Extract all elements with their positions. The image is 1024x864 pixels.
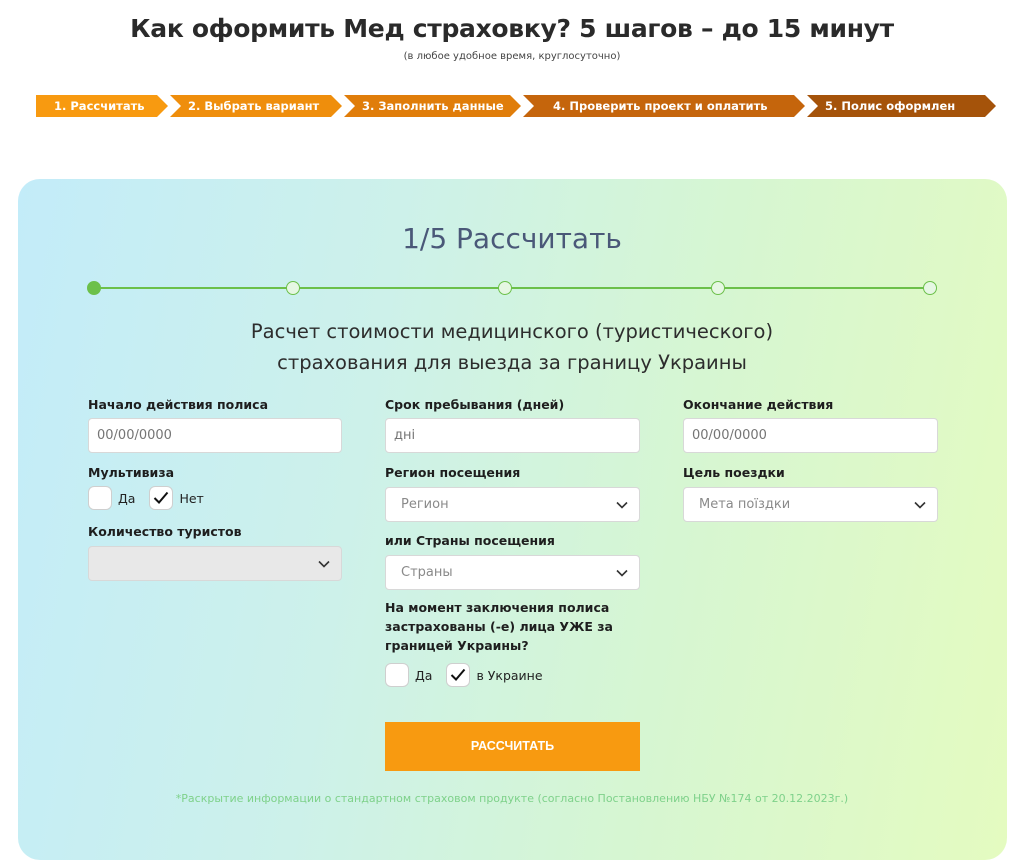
countries-select[interactable]: Страны (385, 555, 640, 590)
region-label: Регион посещения (385, 465, 521, 480)
stay-days-label: Срок пребывания (дней) (385, 397, 565, 412)
trip-purpose-label: Цель поездки (683, 465, 785, 480)
progress-dot-1 (87, 281, 101, 295)
start-date-input[interactable] (88, 418, 342, 453)
region-value: Регион (401, 497, 449, 512)
step-4-check-and-pay[interactable]: 4. Проверить проект и оплатить (523, 95, 805, 117)
chevron-down-icon (616, 501, 628, 509)
step-label: 4. Проверить проект и оплатить (553, 99, 768, 113)
abroad-question-line1: На момент заключения полиса (385, 600, 610, 615)
start-date-label: Начало действия полиса (88, 397, 269, 412)
progress-dot-3 (498, 281, 512, 295)
step-label: 3. Заполнить данные (362, 99, 504, 113)
tourists-count-select[interactable] (88, 546, 342, 581)
countries-label: или Страны посещения (385, 533, 555, 548)
section-title: Расчет стоимости медицинского (туристиче… (0, 316, 1024, 378)
trip-purpose-select[interactable]: Мета поїздки (683, 487, 938, 522)
multivisa-no-label: Нет (179, 490, 204, 506)
step-1-calculate[interactable]: 1. Рассчитать (36, 95, 168, 117)
step-3-fill-data[interactable]: 3. Заполнить данные (344, 95, 521, 117)
region-select[interactable]: Регион (385, 487, 640, 522)
multivisa-no-checkbox[interactable] (149, 486, 174, 510)
progress-dot-2 (286, 281, 300, 295)
chevron-down-icon (616, 569, 628, 577)
page-subtitle: (в любое удобное время, круглосуточно) (403, 51, 621, 62)
step-label: 5. Полис оформлен (825, 99, 956, 113)
abroad-no-checkbox[interactable] (446, 663, 471, 687)
end-date-label: Окончание действия (683, 397, 834, 412)
calculate-button[interactable]: РАССЧИТАТЬ (385, 722, 640, 771)
checkmark-icon (451, 668, 466, 681)
page-title: Как оформить Мед страховку? 5 шагов – до… (130, 14, 894, 43)
abroad-question-line3: границей Украины? (385, 638, 529, 653)
abroad-yes-label: Да (415, 667, 433, 683)
abroad-question-line2: застрахованы (-е) лица УЖЕ за (385, 619, 613, 634)
chevron-down-icon (318, 560, 330, 568)
progress-track (94, 287, 932, 289)
abroad-question-label: На момент заключения полиса застрахованы… (385, 598, 613, 655)
step-2-choose-variant[interactable]: 2. Выбрать вариант (170, 95, 342, 117)
progress-dot-5 (923, 281, 937, 295)
step-label: 2. Выбрать вариант (188, 99, 320, 113)
end-date-input[interactable] (683, 418, 938, 453)
section-title-line1: Расчет стоимости медицинского (туристиче… (250, 320, 774, 343)
tourists-count-label: Количество туристов (88, 524, 242, 539)
multivisa-label: Мультивиза (88, 465, 175, 480)
multivisa-yes-label: Да (118, 490, 136, 506)
countries-value: Страны (401, 565, 453, 580)
abroad-yes-checkbox[interactable] (385, 663, 409, 687)
chevron-down-icon (914, 501, 926, 509)
progress-dot-4 (711, 281, 725, 295)
multivisa-yes-checkbox[interactable] (88, 486, 112, 510)
steps-bar: 1. Рассчитать 2. Выбрать вариант 3. Запо… (36, 95, 998, 117)
step-5-policy-issued[interactable]: 5. Полис оформлен (807, 95, 996, 117)
abroad-no-label: в Украине (476, 667, 543, 683)
disclosure-link[interactable]: *Раскрытие информации о стандартном стра… (0, 792, 1024, 805)
multivisa-options: Да Нет (88, 486, 218, 510)
trip-purpose-value: Мета поїздки (699, 497, 791, 512)
card-title: 1/5 Рассчитать (402, 222, 622, 255)
section-title-line2: страхования для выезда за границу Украин… (277, 351, 747, 374)
checkmark-icon (154, 491, 169, 504)
abroad-options: Да в Украине (385, 663, 557, 687)
step-label: 1. Рассчитать (54, 99, 145, 113)
stay-days-input[interactable] (385, 418, 640, 453)
